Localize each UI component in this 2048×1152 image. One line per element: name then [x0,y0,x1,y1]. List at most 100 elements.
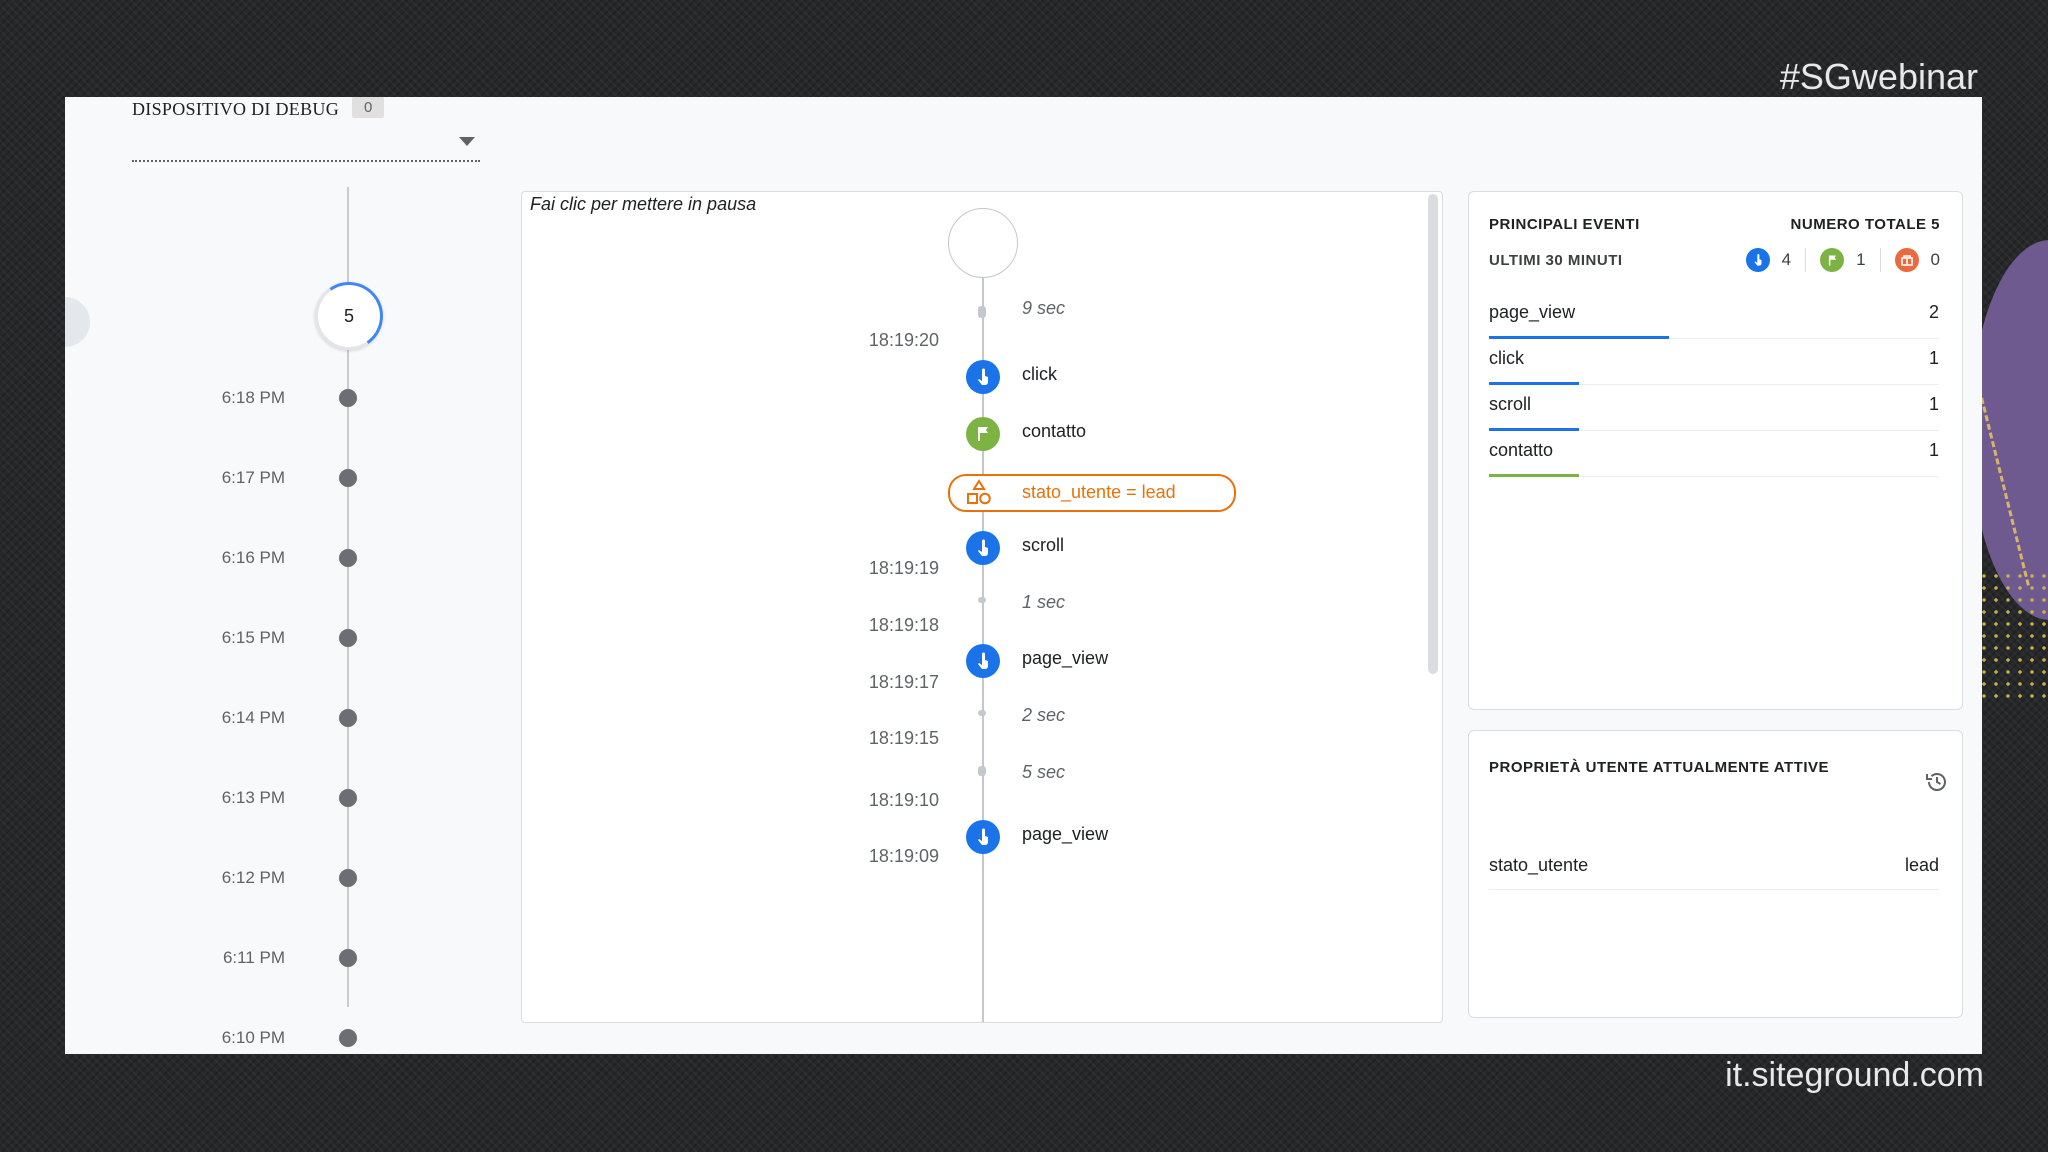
dropdown-caret-icon[interactable] [459,137,475,146]
event-timestamp: 18:19:10 [868,790,939,810]
gap-label: 1 sec [1022,592,1066,612]
event-timestamp: 18:19:20 [868,330,939,350]
event-name[interactable]: contatto [1022,421,1086,442]
divider [1805,248,1807,272]
minute-time: 6:17 PM [221,468,285,487]
minute-dot[interactable] [339,549,357,567]
minutes-stream: 5 6:18 PM 6:17 PM 6:16 PM 6:15 PM 6:14 P… [65,187,485,1047]
minute-time: 6:12 PM [221,868,285,887]
webinar-hashtag: #SGwebinar [1779,56,1978,97]
minute-row[interactable]: 6:18 PM [65,386,485,410]
total-events-count: NUMERO TOTALE 5 [1790,216,1940,233]
history-icon[interactable] [1924,769,1950,800]
scrollbar[interactable] [1428,194,1438,674]
standard-event-count: 4 [1781,250,1792,269]
minute-dot[interactable] [339,949,357,967]
minute-row[interactable]: 6:13 PM [65,786,485,810]
flag-icon [1820,248,1845,272]
user-property-label: stato_utente = lead [1022,482,1176,502]
gap-tick [978,306,986,318]
top-events-title: PRINCIPALI EVENTI [1489,216,1640,233]
flag-icon[interactable] [966,417,1000,451]
current-minute-count: 5 [343,306,354,326]
minute-row[interactable]: 6:14 PM [65,706,485,730]
top-event-name: click [1489,348,1524,368]
seconds-stream[interactable]: Fai clic per mettere in pausa 9 sec 18:1… [521,191,1443,1023]
top-event-name: contatto [1489,440,1554,460]
minute-dot[interactable] [339,789,357,807]
touch-icon[interactable] [966,820,1000,854]
minute-time: 6:11 PM [222,948,285,967]
gap-tick [978,597,986,603]
top-event-bar [1489,382,1579,385]
debug-device-selector[interactable]: DISPOSITIVO DI DEBUG 0 [132,97,480,163]
debug-device-label: DISPOSITIVO DI DEBUG [132,99,339,119]
minute-dot[interactable] [339,629,357,647]
top-events-card: PRINCIPALI EVENTI NUMERO TOTALE 5 ULTIMI… [1468,191,1963,710]
minute-dot[interactable] [339,709,357,727]
user-property-change[interactable]: stato_utente = lead [948,474,1236,512]
dropdown-underline [132,160,480,162]
minute-dot[interactable] [339,469,357,487]
minute-dot[interactable] [339,869,357,887]
minute-dot[interactable] [339,1029,357,1047]
gap-label: 5 sec [1022,762,1066,782]
minute-row[interactable]: 6:15 PM [65,626,485,650]
conversion-count: 1 [1856,250,1866,269]
top-event-row[interactable]: scroll 1 [1489,386,1939,431]
minute-row[interactable]: 6:10 PM [65,1026,485,1050]
top-event-count: 1 [1928,440,1939,460]
site-url: it.siteground.com [1725,1056,1984,1094]
top-event-row[interactable]: contatto 1 [1489,432,1939,477]
minute-time: 6:15 PM [221,628,285,647]
touch-icon[interactable] [966,644,1000,678]
gap-tick [978,710,986,716]
divider [1879,248,1881,272]
minute-row[interactable]: 6:12 PM [65,866,485,890]
stream-head-circle [948,208,1018,278]
event-timestamp: 18:19:09 [868,846,939,866]
touch-icon [1745,248,1770,272]
top-event-name: page_view [1489,302,1576,322]
background-decoration-dots [1978,570,2048,700]
user-properties-card: PROPRIETÀ UTENTE ATTUALMENTE ATTIVE stat… [1468,730,1963,1018]
event-name[interactable]: click [1022,364,1057,385]
minute-time: 6:10 PM [221,1028,285,1047]
user-property-value: lead [1904,855,1939,875]
event-name[interactable]: page_view [1022,648,1108,669]
event-timestamp: 18:19:15 [868,728,939,748]
top-event-row[interactable]: page_view 2 [1489,294,1939,339]
minute-time: 6:14 PM [221,708,285,727]
top-event-row[interactable]: click 1 [1489,340,1939,385]
gap-label: 9 sec [1022,298,1066,318]
minute-row[interactable]: 6:11 PM [65,946,485,970]
top-event-bar [1489,474,1579,477]
debugview-app: DISPOSITIVO DI DEBUG 0 5 6:18 PM 6:17 PM… [65,97,1982,1054]
minute-time: 6:16 PM [221,548,285,567]
minute-row[interactable]: 6:17 PM [65,466,485,490]
event-name[interactable]: scroll [1022,535,1064,556]
gap-label: 2 sec [1022,705,1066,725]
debug-device-count-badge: 0 [352,97,385,118]
touch-icon[interactable] [966,531,1000,565]
event-timestamp: 18:19:17 [868,672,939,692]
top-event-count: 1 [1928,348,1939,368]
error-count: 0 [1930,250,1940,269]
user-property-row[interactable]: stato_utente lead [1489,849,1939,890]
error-icon [1894,248,1919,272]
event-name[interactable]: page_view [1022,824,1108,845]
top-event-bar [1489,336,1669,339]
user-properties-title: PROPRIETÀ UTENTE ATTUALMENTE ATTIVE [1489,759,1829,776]
shapes-icon [964,479,994,512]
event-timestamp: 18:19:19 [868,558,939,578]
minute-dot[interactable] [339,389,357,407]
gap-tick [978,766,986,776]
minute-row[interactable]: 6:16 PM [65,546,485,570]
top-event-count: 2 [1928,302,1939,322]
top-event-bar [1489,428,1579,431]
pause-hint[interactable]: Fai clic per mettere in pausa [530,194,756,215]
touch-icon[interactable] [966,360,1000,394]
minute-time: 6:13 PM [221,788,285,807]
user-property-key: stato_utente [1489,855,1589,875]
minute-time: 6:18 PM [221,388,285,407]
